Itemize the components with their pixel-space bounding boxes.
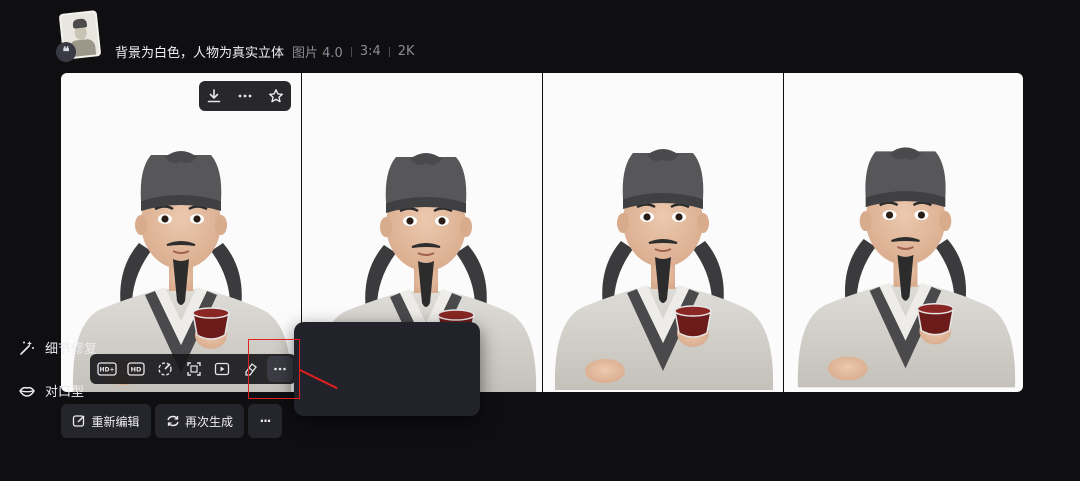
divider [350,46,352,57]
model-label: 图片 4.0 [292,46,343,61]
eraser-icon[interactable] [238,356,264,382]
hd-label: HD [130,366,141,374]
palette-icon[interactable] [152,356,178,382]
menu-item-label: 细节修复 [45,342,98,357]
magic-wand-icon [18,339,36,357]
resolution-label: 2K [397,44,415,59]
reedit-button[interactable]: 重新编辑 [61,404,151,438]
menu-item-lip-sync[interactable]: 对口型 [18,381,84,400]
regenerate-label: 再次生成 [184,414,233,429]
divider [388,46,390,57]
menu-item-detail-repair[interactable]: 细节修复 [18,338,97,357]
more-actions-button[interactable]: ··· [248,404,282,438]
hd-plus-label: HD+ [99,367,114,374]
image-toolbar [199,81,291,111]
quote-icon: ❝ [56,42,76,62]
more-icon[interactable] [267,356,294,382]
hd-plus-icon[interactable]: HD+ [94,356,120,382]
edit-icon [72,414,86,428]
menu-item-label: 对口型 [45,385,85,400]
more-options-menu [294,322,480,416]
aspect-ratio-label: 3:4 [359,44,381,59]
hd-icon[interactable]: HD [123,356,149,382]
refresh-icon [166,414,180,428]
more-icon[interactable] [234,85,256,107]
prompt-text[interactable]: 背景为白色，人物为真实立体 [115,42,284,61]
generated-image-4[interactable] [784,73,1023,392]
image-edit-toolbar: HD+ HD [90,354,296,384]
lips-icon [18,382,36,400]
more-icon: ··· [259,414,272,428]
star-icon[interactable] [265,85,287,107]
download-icon[interactable] [203,85,225,107]
reedit-label: 重新编辑 [91,414,140,429]
regenerate-button[interactable]: 再次生成 [155,404,244,438]
prompt-row: 背景为白色，人物为真实立体 图片 4.0 3:4 2K [115,42,415,61]
crop-expand-icon[interactable] [181,356,207,382]
generated-image-3[interactable] [543,73,783,392]
play-icon[interactable] [209,356,235,382]
